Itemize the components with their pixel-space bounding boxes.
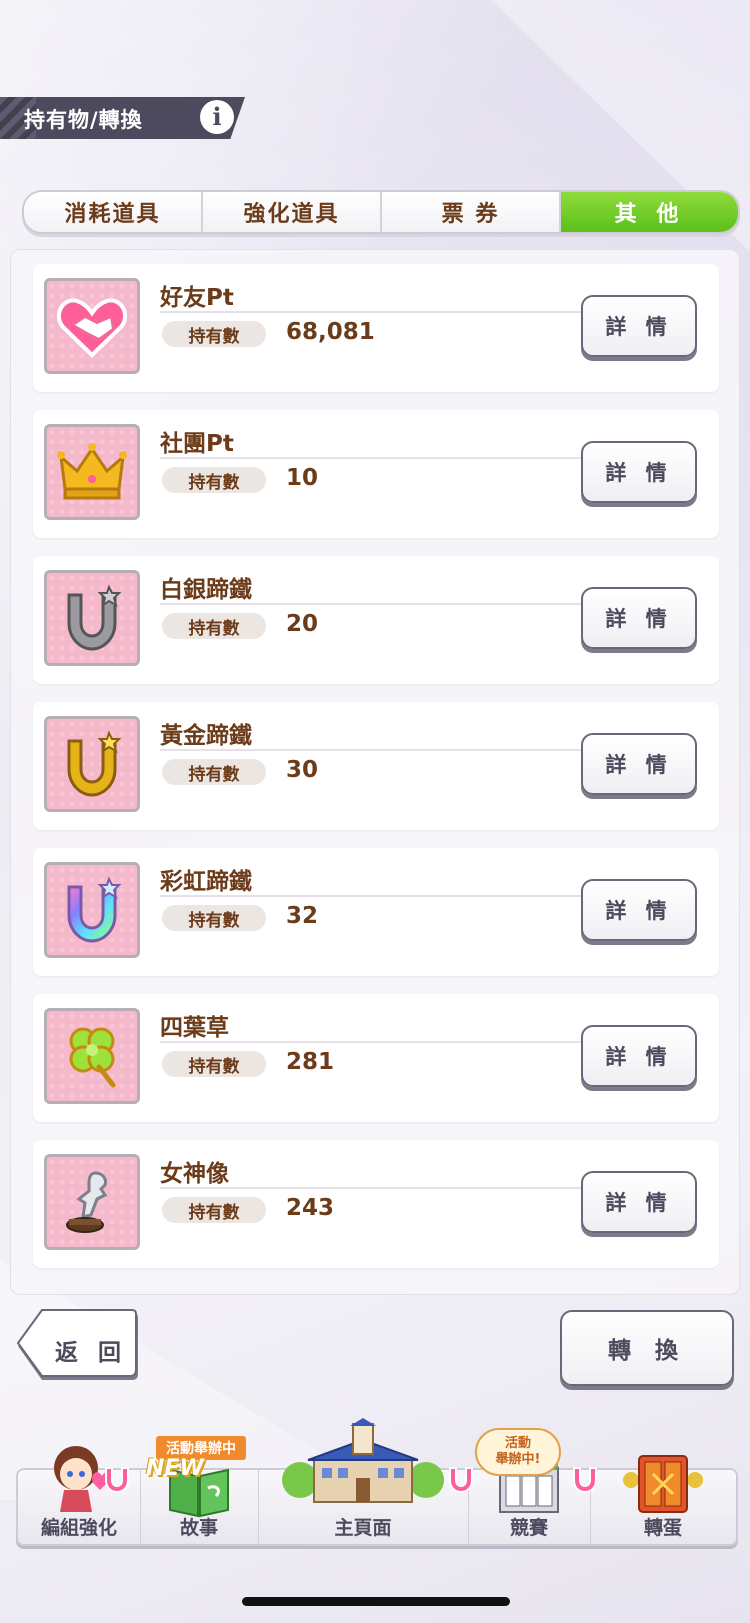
item-card-rainbow-horseshoe: 彩虹蹄鐵 持有數 32 詳 情 [33, 848, 719, 976]
hold-value: 68,081 [286, 319, 375, 345]
item-name: 黃金蹄鐵 [160, 723, 252, 749]
gold-horseshoe-icon [44, 716, 140, 812]
race-event-bubble: 活動 舉辦中! [475, 1428, 561, 1476]
detail-button[interactable]: 詳 情 [581, 1171, 697, 1233]
detail-button[interactable]: 詳 情 [581, 879, 697, 941]
nav-label: 主頁面 [334, 1517, 392, 1539]
divider [160, 603, 600, 605]
back-button-label[interactable]: 返 回 [55, 1333, 127, 1367]
handshake-heart-icon [44, 278, 140, 374]
nav-story[interactable]: 故事 [140, 1468, 259, 1544]
hold-label: 持有數 [162, 1197, 266, 1223]
hold-label: 持有數 [162, 759, 266, 785]
nav-home[interactable]: 主頁面 [258, 1418, 469, 1544]
item-name: 四葉草 [160, 1015, 229, 1041]
tab-enhancement[interactable]: 強化道具 [203, 192, 382, 232]
detail-button[interactable]: 詳 情 [581, 295, 697, 357]
goddess-statue-icon [44, 1154, 140, 1250]
item-card-gold-horseshoe: 黃金蹄鐵 持有數 30 詳 情 [33, 702, 719, 830]
four-leaf-clover-icon [44, 1008, 140, 1104]
detail-button[interactable]: 詳 情 [581, 733, 697, 795]
hold-value: 30 [286, 757, 319, 783]
item-name: 彩虹蹄鐵 [160, 869, 252, 895]
hold-value: 20 [286, 611, 319, 637]
horseshoe-icon [573, 1467, 597, 1494]
hold-label: 持有數 [162, 613, 266, 639]
nav-label: 轉蛋 [643, 1517, 682, 1539]
info-button[interactable]: i [200, 100, 234, 134]
bubble-line: 舉辦中! [495, 1452, 541, 1467]
item-name: 女神像 [160, 1161, 229, 1187]
page-title: 持有物/轉換 [24, 108, 143, 132]
school-building-icon [282, 1418, 444, 1503]
hold-value: 32 [286, 903, 319, 929]
divider [160, 457, 600, 459]
divider [160, 895, 600, 897]
item-name: 白銀蹄鐵 [160, 577, 252, 603]
hold-label: 持有數 [162, 1051, 266, 1077]
hold-value: 281 [286, 1049, 335, 1075]
tab-other[interactable]: 其 他 [561, 192, 738, 232]
rainbow-horseshoe-icon [44, 862, 140, 958]
item-card-club-pt: 社團Pt 持有數 10 詳 情 [33, 410, 719, 538]
hold-value: 243 [286, 1195, 335, 1221]
divider [160, 1187, 600, 1189]
hold-label: 持有數 [162, 467, 266, 493]
home-indicator[interactable] [242, 1597, 510, 1606]
tab-tickets[interactable]: 票 券 [382, 192, 561, 232]
detail-button[interactable]: 詳 情 [581, 1025, 697, 1087]
nav-gacha[interactable]: 轉蛋 [590, 1455, 736, 1544]
nav-label: 故事 [179, 1517, 218, 1539]
horseshoe-icon [449, 1467, 473, 1494]
gacha-gate-icon [623, 1455, 703, 1513]
item-card-friend-pt: 好友Pt 持有數 68,081 詳 情 [33, 264, 719, 392]
horseshoe-icon [105, 1467, 129, 1494]
detail-button[interactable]: 詳 情 [581, 441, 697, 503]
convert-button[interactable]: 轉 換 [560, 1310, 734, 1386]
item-name: 好友Pt [160, 285, 234, 311]
new-badge: NEW [146, 1456, 204, 1481]
item-name: 社團Pt [160, 431, 234, 457]
item-card-goddess-statue: 女神像 持有數 243 詳 情 [33, 1140, 719, 1268]
silver-horseshoe-icon [44, 570, 140, 666]
category-tabs: 消耗道具 強化道具 票 券 其 他 [22, 190, 740, 234]
hold-label: 持有數 [162, 321, 266, 347]
divider [160, 749, 600, 751]
item-card-silver-horseshoe: 白銀蹄鐵 持有數 20 詳 情 [33, 556, 719, 684]
bubble-line: 活動 [504, 1436, 531, 1451]
divider [160, 1041, 600, 1043]
hold-label: 持有數 [162, 905, 266, 931]
tab-consumables[interactable]: 消耗道具 [24, 192, 203, 232]
nav-label: 編組強化 [40, 1517, 117, 1539]
detail-button[interactable]: 詳 情 [581, 587, 697, 649]
divider [160, 311, 600, 313]
item-card-four-leaf-clover: 四葉草 持有數 281 詳 情 [33, 994, 719, 1122]
nav-label: 競賽 [509, 1517, 548, 1539]
hold-value: 10 [286, 465, 319, 491]
crown-icon [44, 424, 140, 520]
